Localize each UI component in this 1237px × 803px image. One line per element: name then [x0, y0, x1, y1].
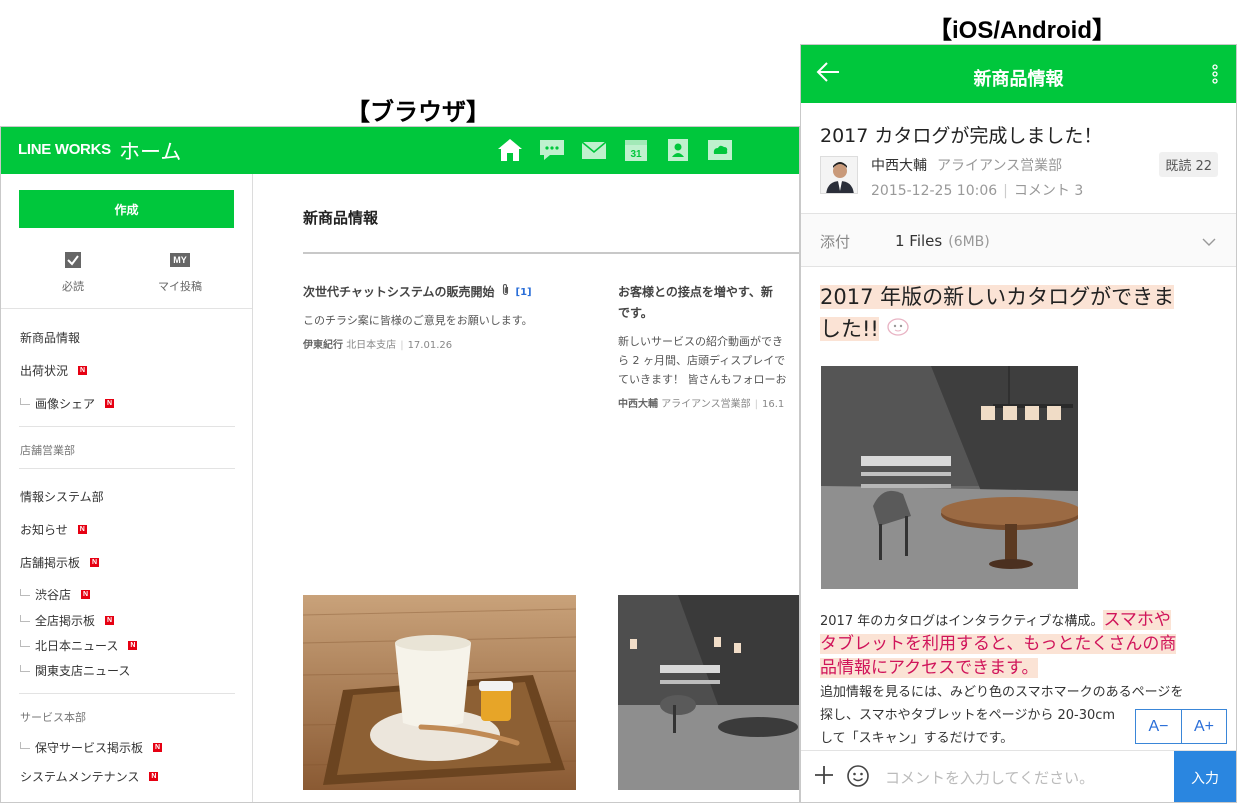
post-author: 中西大輔 — [618, 399, 658, 410]
new-badge: N — [105, 399, 115, 408]
mobile-post-title: 2017 カタログが完成しました！ — [820, 125, 1103, 147]
browser-window: LINE WORKS ホーム 31 作成 必読 MY マイ投稿 新商品情報 出荷… — [0, 126, 800, 803]
checkbox-icon — [33, 250, 113, 270]
attachment-row[interactable]: 添付 1 Files (6MB) — [801, 214, 1236, 266]
mail-icon[interactable] — [579, 135, 609, 165]
author-dept: アライアンス営業部 — [937, 158, 1063, 174]
my-icon: MY — [140, 250, 220, 270]
avatar[interactable] — [820, 156, 858, 194]
new-badge: N — [149, 772, 159, 781]
drive-icon[interactable] — [705, 135, 735, 165]
post-description: このチラシ案に皆様のご意見をお願いします。 — [303, 314, 533, 327]
comment-count[interactable]: コメント 3 — [1014, 183, 1083, 199]
talk-icon[interactable] — [537, 135, 567, 165]
post-headline: 2017 年版の新しいカタログができま した!! — [820, 281, 1220, 346]
attachment-files: 1 Files (6MB) — [895, 232, 990, 250]
sidebar-item-image-share[interactable]: 画像シェア N — [20, 395, 115, 412]
new-badge: N — [105, 616, 115, 625]
font-decrease-button[interactable]: A− — [1136, 710, 1181, 743]
post-date: 17.01.26 — [407, 340, 453, 351]
app-title: ホーム — [119, 140, 182, 164]
main-content: 新商品情報 次世代チャットシステムの販売開始 [1] このチラシ案に皆様のご意見… — [254, 174, 799, 802]
sidebar-item-shipping[interactable]: 出荷状況 N — [20, 362, 88, 379]
attachment-label: 添付 — [820, 233, 851, 251]
compose-button[interactable]: 作成 — [19, 190, 234, 228]
mobile-header-title: 新商品情報 — [973, 69, 1064, 90]
divider — [801, 266, 1236, 267]
svg-text:31: 31 — [630, 149, 642, 160]
calendar-icon[interactable]: 31 — [621, 135, 651, 165]
post-dept: 北日本支店 — [346, 340, 397, 351]
sidebar-item-store-board[interactable]: 店舗掲示板 N — [20, 554, 100, 571]
attachment-icon — [501, 282, 510, 303]
post-title: 次世代チャットシステムの販売開始 [1] — [303, 282, 593, 303]
sidebar-section-service: サービス本部 — [20, 711, 86, 724]
sidebar-item-info-systems[interactable]: 情報システム部 — [20, 488, 104, 505]
post-dept: アライアンス営業部 — [661, 399, 751, 410]
comment-input[interactable] — [885, 765, 1165, 791]
post-title: お客様との接点を増やす、新 です。 — [618, 285, 773, 320]
post-author: 伊東紀行 — [303, 340, 343, 351]
top-nav: 31 — [495, 135, 735, 167]
comment-count[interactable]: [1] — [516, 282, 532, 303]
emoji-icon[interactable] — [846, 764, 870, 792]
sidebar-divider — [1, 308, 252, 309]
sidebar-item-notice[interactable]: お知らせ N — [20, 521, 87, 538]
new-badge: N — [78, 366, 88, 375]
sidebar: 作成 必読 MY マイ投稿 新商品情報 出荷状況 N 画像シェア N 店舗営業部 情… — [1, 174, 253, 802]
sidebar-divider — [19, 426, 235, 427]
mobile-header: 新商品情報 — [801, 45, 1236, 103]
post-card[interactable]: お客様との接点を増やす、新 です。 新しいサービスの紹介動画ができ ら 2 ヶ月… — [618, 282, 799, 410]
must-read-label: 必読 — [62, 280, 84, 293]
mobile-caption: 【iOS/Android】 — [928, 17, 1116, 44]
sidebar-item-maintenance-board[interactable]: 保守サービス掲示板 N — [20, 739, 163, 756]
author-name[interactable]: 中西大輔 — [871, 158, 927, 174]
post-image-room[interactable] — [821, 366, 1078, 589]
must-read-link[interactable]: 必読 — [33, 250, 113, 294]
line-works-logo[interactable]: LINE WORKS — [18, 141, 111, 158]
sidebar-item-system-maintenance[interactable]: システムメンテナンス N — [20, 768, 159, 785]
sidebar-item-shibuya[interactable]: 渋谷店 N — [20, 586, 91, 603]
read-count-badge[interactable]: 既読 22 — [1159, 152, 1218, 177]
sidebar-item-new-products[interactable]: 新商品情報 — [20, 329, 80, 346]
sidebar-item-kanto[interactable]: 関東支店ニュース — [20, 662, 130, 679]
contacts-icon[interactable] — [663, 135, 693, 165]
home-icon[interactable] — [495, 135, 525, 165]
post-card[interactable]: 次世代チャットシステムの販売開始 [1] このチラシ案に皆様のご意見をお願いしま… — [303, 282, 593, 351]
post-date: 16.1 — [761, 399, 785, 410]
new-badge: N — [77, 525, 87, 534]
post-thumbnail-room[interactable] — [618, 595, 799, 790]
comment-bar: 入力 — [801, 750, 1236, 802]
more-vertical-icon[interactable] — [1212, 64, 1218, 88]
section-title: 新商品情報 — [303, 209, 379, 227]
new-badge: N — [90, 558, 100, 567]
submit-comment-button[interactable]: 入力 — [1174, 751, 1236, 802]
post-meta: 2015-12-25 10:06 | コメント 3 — [871, 183, 1084, 199]
plus-icon[interactable] — [813, 764, 835, 790]
sidebar-item-all-stores[interactable]: 全店掲示板 N — [20, 612, 115, 629]
browser-header: LINE WORKS ホーム 31 — [1, 127, 799, 174]
author-line: 中西大輔 アライアンス営業部 — [871, 155, 1062, 175]
post-meta: 伊東紀行 北日本支店 | 17.01.26 — [303, 340, 453, 351]
font-size-controls: A− A+ — [1135, 709, 1227, 744]
new-badge: N — [153, 743, 163, 752]
chevron-down-icon[interactable] — [1202, 232, 1216, 251]
sidebar-section-store-sales: 店舗営業部 — [20, 444, 75, 457]
my-posts-label: マイ投稿 — [158, 280, 202, 293]
sidebar-divider — [19, 468, 235, 469]
post-meta: 中西大輔 アライアンス営業部 | 16.1 — [618, 399, 785, 410]
sidebar-item-north-japan[interactable]: 北日本ニュース N — [20, 637, 138, 654]
post-description: 新しいサービスの紹介動画ができ ら 2 ヶ月間、店頭ディスプレイで ていきます！… — [618, 335, 787, 386]
mobile-window: 新商品情報 2017 カタログが完成しました！ 中西大輔 アライアンス営業部 既読… — [800, 44, 1237, 803]
my-posts-link[interactable]: MY マイ投稿 — [140, 250, 220, 294]
sticker-icon — [886, 314, 910, 346]
browser-caption: 【ブラウザ】 — [346, 99, 490, 126]
post-thumbnail-cup[interactable] — [303, 595, 576, 790]
font-increase-button[interactable]: A+ — [1181, 710, 1226, 743]
new-badge: N — [128, 641, 138, 650]
sidebar-divider — [19, 693, 235, 694]
post-date: 2015-12-25 10:06 — [871, 183, 998, 199]
new-badge: N — [81, 590, 91, 599]
section-rule — [303, 252, 799, 254]
